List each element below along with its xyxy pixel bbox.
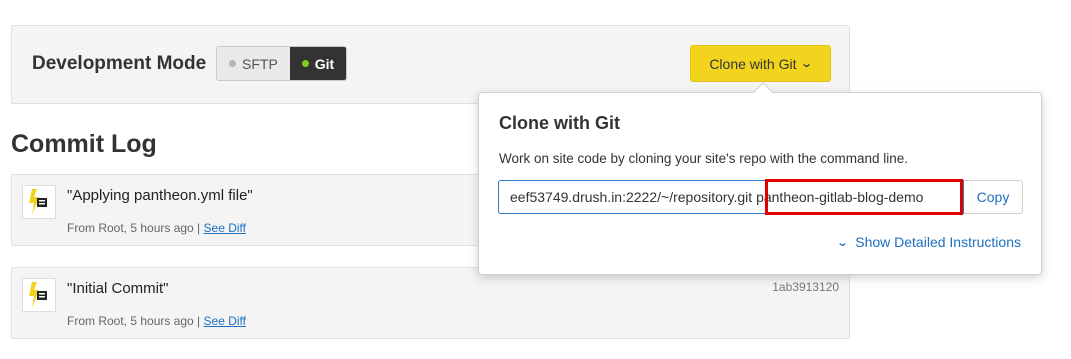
commit-meta-text: From Root, 5 hours ago | <box>67 314 201 328</box>
mode-option-sftp[interactable]: SFTP <box>217 47 290 80</box>
avatar <box>22 185 56 219</box>
show-detailed-instructions-link[interactable]: ⌄ Show Detailed Instructions <box>836 234 1021 250</box>
see-diff-link[interactable]: See Diff <box>204 221 246 235</box>
clone-button-label: Clone with Git <box>709 55 797 72</box>
see-diff-link[interactable]: See Diff <box>204 314 246 328</box>
commit-meta: From Root, 5 hours ago | See Diff <box>67 314 246 328</box>
commit-meta: From Root, 5 hours ago | See Diff <box>67 221 246 235</box>
popover-description: Work on site code by cloning your site's… <box>499 151 909 166</box>
popover-title: Clone with Git <box>499 113 620 133</box>
chevron-down-icon: ⌄ <box>800 58 814 70</box>
status-dot-icon <box>229 60 236 67</box>
mode-toggle: SFTP Git <box>216 46 348 81</box>
show-details-label: Show Detailed Instructions <box>855 234 1021 250</box>
avatar <box>22 278 56 312</box>
clone-command-field[interactable]: eef53749.drush.in:2222/~/repository.git … <box>498 180 964 214</box>
commit-log-title: Commit Log <box>11 130 157 158</box>
development-mode-title: Development Mode <box>32 53 207 74</box>
commit-message: "Applying pantheon.yml file" <box>67 187 253 204</box>
commit-hash: 1ab3913120 <box>772 280 839 294</box>
commit-meta-text: From Root, 5 hours ago | <box>67 221 201 235</box>
commit-message: "Initial Commit" <box>67 280 169 297</box>
status-dot-icon <box>301 60 309 67</box>
pantheon-logo-icon <box>29 282 47 308</box>
clone-with-git-popover: Clone with Git Work on site code by clon… <box>478 82 1042 275</box>
commit-item: "Initial Commit" From Root, 5 hours ago … <box>11 267 850 339</box>
chevron-down-icon: ⌄ <box>836 236 850 249</box>
mode-option-label: Git <box>314 55 335 72</box>
mode-option-git[interactable]: Git <box>289 47 347 80</box>
mode-option-label: SFTP <box>242 55 278 72</box>
pantheon-logo-icon <box>29 189 47 215</box>
copy-button[interactable]: Copy <box>964 180 1023 214</box>
clone-with-git-button[interactable]: Clone with Git ⌄ <box>690 45 831 82</box>
